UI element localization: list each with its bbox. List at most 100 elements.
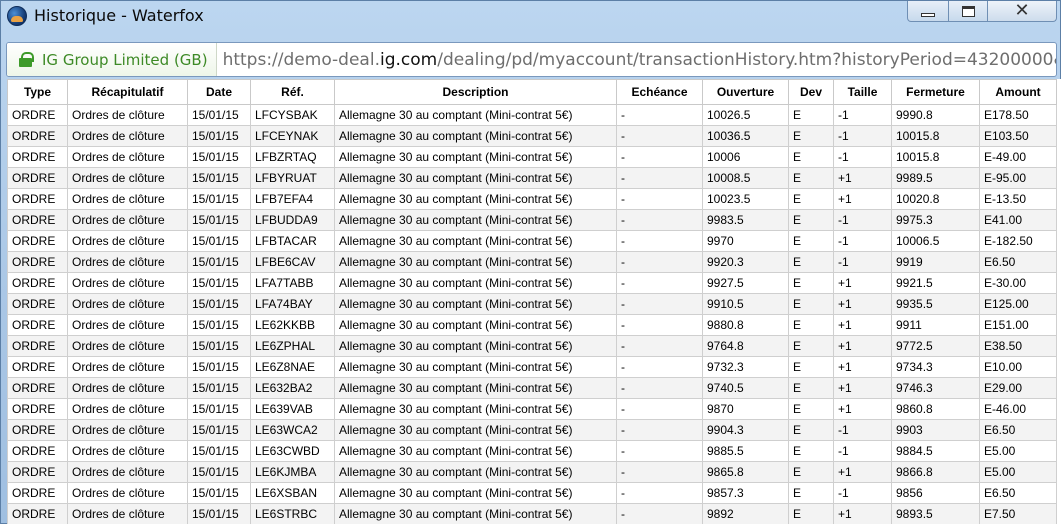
table-cell: 15/01/15 [187,461,251,483]
column-header[interactable]: Date [187,79,251,105]
table-cell: 9911 [891,314,980,336]
table-row[interactable]: ORDRE Ordres de clôture 15/01/15 LE63WCA2 Al… [7,419,1057,441]
table-cell: 9903 [891,419,980,441]
table-cell: - [616,335,703,357]
table-row[interactable]: ORDRE Ordres de clôture 15/01/15 LE639VAB Al… [7,398,1057,420]
column-header[interactable]: Dev [788,79,834,105]
url-text[interactable]: https://demo-deal.ig.com/dealing/pd/myac… [217,49,1056,70]
table-cell: Allemagne 30 au comptant (Mini-contrat 5… [334,419,617,441]
table-row[interactable]: ORDRE Ordres de clôture 15/01/15 LE632BA2 Al… [7,377,1057,399]
table-cell: Allemagne 30 au comptant (Mini-contrat 5… [334,356,617,378]
column-header[interactable]: Type [7,79,68,105]
address-bar[interactable]: IG Group Limited (GB) https://demo-deal.… [6,42,1057,77]
table-cell: ORDRE [7,125,68,147]
table-cell: 15/01/15 [187,272,251,294]
table-row[interactable]: ORDRE Ordres de clôture 15/01/15 LFBZRTAQ Al… [7,146,1057,168]
table-cell: - [616,167,703,189]
table-cell: 15/01/15 [187,356,251,378]
table-cell: - [616,293,703,315]
table-row[interactable]: ORDRE Ordres de clôture 15/01/15 LE6ZPHAL Al… [7,335,1057,357]
table-row[interactable]: ORDRE Ordres de clôture 15/01/15 LFBUDDA9 Al… [7,209,1057,231]
table-cell: Ordres de clôture [67,104,188,126]
table-cell: 9764.8 [702,335,789,357]
table-cell: E [788,125,834,147]
column-header[interactable]: Fermeture [891,79,980,105]
table-cell: Allemagne 30 au comptant (Mini-contrat 5… [334,503,617,524]
table-row[interactable]: ORDRE Ordres de clôture 15/01/15 LFCEYNAK Al… [7,125,1057,147]
table-cell: Ordres de clôture [67,398,188,420]
table-cell: +1 [833,356,892,378]
table-cell: Ordres de clôture [67,230,188,252]
table-cell: ORDRE [7,293,68,315]
table-cell: 9910.5 [702,293,789,315]
table-cell: - [616,125,703,147]
table-cell: E5.00 [979,440,1057,462]
table-cell: - [616,251,703,273]
table-row[interactable]: ORDRE Ordres de clôture 15/01/15 LFA74BAY Al… [7,293,1057,315]
table-cell: +1 [833,272,892,294]
table-row[interactable]: ORDRE Ordres de clôture 15/01/15 LE6Z8NAE Al… [7,356,1057,378]
table-cell: E-30.00 [979,272,1057,294]
table-cell: Ordres de clôture [67,146,188,168]
waterfox-app-icon[interactable] [7,6,27,26]
table-cell: -1 [833,482,892,504]
table-cell: Allemagne 30 au comptant (Mini-contrat 5… [334,125,617,147]
column-header[interactable]: Description [334,79,617,105]
table-cell: E125.00 [979,293,1057,315]
table-cell: - [616,377,703,399]
site-identity-button[interactable]: IG Group Limited (GB) [7,43,217,76]
minimize-button[interactable] [907,1,949,22]
window-title: Historique - Waterfox [34,6,204,25]
table-cell: E [788,104,834,126]
table-cell: 9856 [891,482,980,504]
table-row[interactable]: ORDRE Ordres de clôture 15/01/15 LFA7TABB Al… [7,272,1057,294]
table-cell: ORDRE [7,503,68,524]
close-icon: ✕ [1014,0,1030,21]
table-row[interactable]: ORDRE Ordres de clôture 15/01/15 LE62KKBB Al… [7,314,1057,336]
table-cell: 15/01/15 [187,104,251,126]
table-cell: 10006.5 [891,230,980,252]
table-cell: 9904.3 [702,419,789,441]
table-cell: E [788,314,834,336]
column-header[interactable]: Ouverture [702,79,789,105]
table-row[interactable]: ORDRE Ordres de clôture 15/01/15 LE6STRBC Al… [7,503,1057,524]
maximize-button[interactable] [948,1,988,22]
column-header[interactable]: Taille [833,79,892,105]
column-header[interactable]: Réf. [250,79,335,105]
table-cell: 9732.3 [702,356,789,378]
table-cell: E41.00 [979,209,1057,231]
table-cell: 9970 [702,230,789,252]
table-cell: LFB7EFA4 [250,188,335,210]
table-row[interactable]: ORDRE Ordres de clôture 15/01/15 LFBTACAR Al… [7,230,1057,252]
table-cell: E [788,293,834,315]
column-header[interactable]: Echéance [616,79,703,105]
site-identity-label: IG Group Limited (GB) [42,50,208,69]
table-cell: - [616,461,703,483]
table-row[interactable]: ORDRE Ordres de clôture 15/01/15 LFBE6CAV Al… [7,251,1057,273]
column-header[interactable]: Amount [979,79,1057,105]
table-cell: 9866.8 [891,461,980,483]
table-cell: - [616,188,703,210]
table-cell: Allemagne 30 au comptant (Mini-contrat 5… [334,167,617,189]
table-row[interactable]: ORDRE Ordres de clôture 15/01/15 LFBYRUAT Al… [7,167,1057,189]
table-cell: E [788,440,834,462]
table-cell: 15/01/15 [187,440,251,462]
column-header[interactable]: Récapitulatif [67,79,188,105]
table-row[interactable]: ORDRE Ordres de clôture 15/01/15 LFB7EFA4 Al… [7,188,1057,210]
table-cell: Ordres de clôture [67,272,188,294]
table-cell: 15/01/15 [187,419,251,441]
table-row[interactable]: ORDRE Ordres de clôture 15/01/15 LE6XSBAN Al… [7,482,1057,504]
table-row[interactable]: ORDRE Ordres de clôture 15/01/15 LFCYSBAK Al… [7,104,1057,126]
table-row[interactable]: ORDRE Ordres de clôture 15/01/15 LE6KJMBA Al… [7,461,1057,483]
table-cell: LFBZRTAQ [250,146,335,168]
table-row[interactable]: ORDRE Ordres de clôture 15/01/15 LE63CWBD Al… [7,440,1057,462]
table-cell: - [616,314,703,336]
table-cell: E38.50 [979,335,1057,357]
url-domain: ig.com [379,49,438,70]
table-cell: E7.50 [979,503,1057,524]
title-bar[interactable]: Historique - Waterfox ✕ [1,1,1060,35]
close-button[interactable]: ✕ [987,1,1057,22]
table-cell: 9989.5 [891,167,980,189]
table-cell: E [788,188,834,210]
table-cell: 9734.3 [891,356,980,378]
